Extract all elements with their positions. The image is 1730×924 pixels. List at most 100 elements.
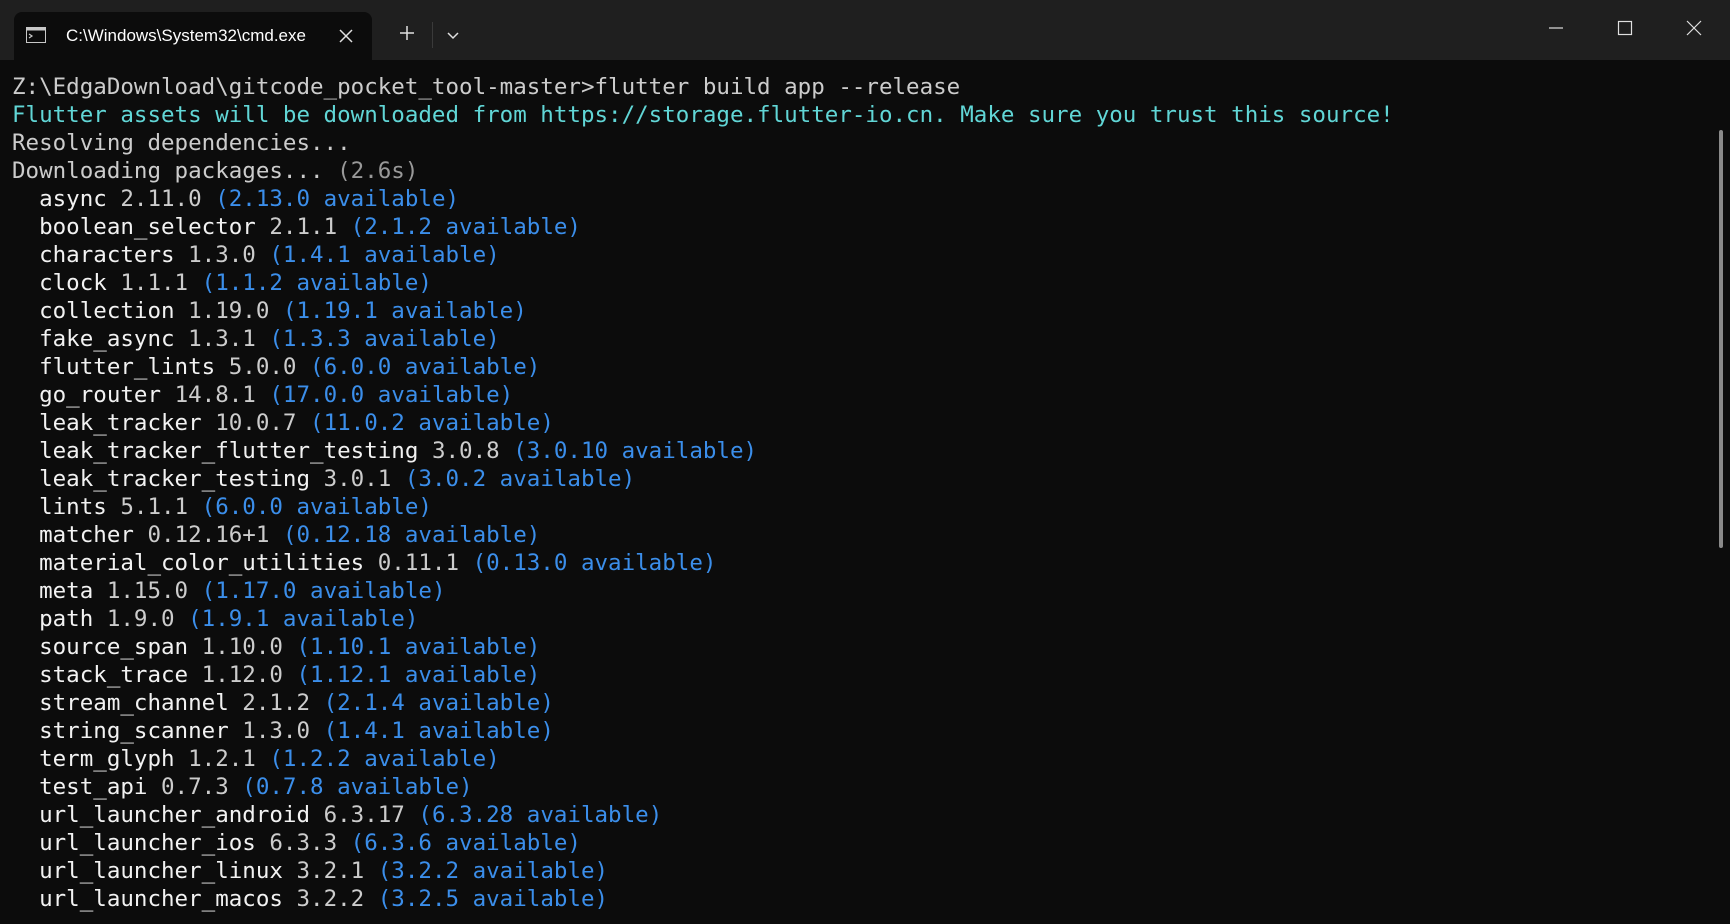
package-row: stream_channel 2.1.2 (2.1.4 available)	[12, 689, 554, 717]
close-icon	[1686, 20, 1702, 40]
new-tab-button[interactable]	[392, 20, 422, 50]
package-version: 1.3.0	[188, 242, 256, 268]
title-bar: C:\Windows\System32\cmd.exe	[0, 0, 1730, 60]
package-available: (3.2.2 available)	[377, 858, 609, 884]
package-row: path 1.9.0 (1.9.1 available)	[12, 605, 418, 633]
package-row: meta 1.15.0 (1.17.0 available)	[12, 577, 446, 605]
package-available: (3.0.2 available)	[404, 466, 636, 492]
package-row: term_glyph 1.2.1 (1.2.2 available)	[12, 745, 500, 773]
tab-cmd[interactable]: C:\Windows\System32\cmd.exe	[14, 12, 372, 60]
package-name: collection	[39, 298, 175, 324]
package-version: 1.3.0	[242, 718, 311, 744]
package-available: (2.1.2 available)	[350, 214, 581, 240]
package-available: (1.12.1 available)	[296, 662, 541, 688]
terminal-output[interactable]: Z:\EdgaDownload\gitcode_pocket_tool-mast…	[0, 60, 1718, 924]
downloading-text: Downloading packages...	[12, 158, 324, 184]
package-version: 3.0.1	[323, 466, 392, 492]
maximize-icon	[1617, 20, 1633, 40]
package-available: (1.2.2 available)	[269, 746, 500, 772]
package-version: 3.0.8	[431, 438, 500, 464]
package-row: leak_tracker_testing 3.0.1 (3.0.2 availa…	[12, 465, 635, 493]
package-name: term_glyph	[39, 746, 175, 772]
package-available: (0.7.8 available)	[242, 774, 473, 800]
package-available: (1.3.3 available)	[269, 326, 500, 352]
package-name: stream_channel	[39, 690, 229, 716]
package-available: (6.0.0 available)	[310, 354, 541, 380]
package-version: 1.19.0	[188, 298, 270, 324]
package-available: (2.1.4 available)	[323, 690, 554, 716]
package-available: (1.4.1 available)	[269, 242, 500, 268]
package-version: 10.0.7	[215, 410, 297, 436]
package-row: boolean_selector 2.1.1 (2.1.2 available)	[12, 213, 581, 241]
package-version: 5.1.1	[120, 494, 189, 520]
command: flutter build app --release	[594, 74, 961, 100]
package-row: lints 5.1.1 (6.0.0 available)	[12, 493, 432, 521]
package-available: (1.4.1 available)	[323, 718, 554, 744]
package-name: characters	[39, 242, 175, 268]
package-row: collection 1.19.0 (1.19.1 available)	[12, 297, 527, 325]
package-available: (1.19.1 available)	[282, 298, 527, 324]
close-tab-button[interactable]	[332, 23, 360, 51]
package-available: (3.0.10 available)	[513, 438, 758, 464]
package-row: leak_tracker 10.0.7 (11.0.2 available)	[12, 409, 554, 437]
package-version: 2.1.1	[269, 214, 338, 240]
package-available: (6.3.6 available)	[350, 830, 581, 856]
scrollbar[interactable]	[1719, 130, 1723, 548]
package-version: 2.1.2	[242, 690, 311, 716]
package-version: 1.2.1	[188, 746, 256, 772]
package-name: clock	[39, 270, 107, 296]
package-available: (1.1.2 available)	[201, 270, 432, 296]
package-row: string_scanner 1.3.0 (1.4.1 available)	[12, 717, 554, 745]
package-row: clock 1.1.1 (1.1.2 available)	[12, 269, 432, 297]
package-version: 1.1.1	[120, 270, 189, 296]
package-available: (2.13.0 available)	[215, 186, 460, 212]
package-version: 0.12.16+1	[147, 522, 270, 548]
package-row: url_launcher_android 6.3.17 (6.3.28 avai…	[12, 801, 662, 829]
package-name: path	[39, 606, 94, 632]
package-name: leak_tracker_testing	[39, 466, 311, 492]
package-version: 3.2.1	[296, 858, 365, 884]
package-name: material_color_utilities	[39, 550, 365, 576]
package-version: 3.2.2	[296, 886, 365, 912]
package-row: go_router 14.8.1 (17.0.0 available)	[12, 381, 513, 409]
package-name: leak_tracker_flutter_testing	[39, 438, 419, 464]
close-icon	[339, 28, 353, 47]
package-version: 5.0.0	[228, 354, 297, 380]
package-name: source_span	[39, 634, 189, 660]
plus-icon	[399, 25, 415, 45]
package-row: async 2.11.0 (2.13.0 available)	[12, 185, 459, 213]
package-row: url_launcher_ios 6.3.3 (6.3.6 available)	[12, 829, 581, 857]
package-name: url_launcher_macos	[39, 886, 283, 912]
package-available: (6.0.0 available)	[201, 494, 432, 520]
package-name: leak_tracker	[39, 410, 202, 436]
package-version: 2.11.0	[120, 186, 202, 212]
minimize-button[interactable]	[1522, 0, 1590, 60]
package-name: boolean_selector	[39, 214, 256, 240]
resolving-line: Resolving dependencies...	[12, 130, 351, 156]
package-row: fake_async 1.3.1 (1.3.3 available)	[12, 325, 500, 353]
package-available: (1.9.1 available)	[188, 606, 419, 632]
package-name: string_scanner	[39, 718, 229, 744]
package-available: (1.10.1 available)	[296, 634, 541, 660]
package-available: (3.2.5 available)	[377, 886, 609, 912]
package-available: (6.3.28 available)	[418, 802, 663, 828]
package-version: 1.3.1	[188, 326, 256, 352]
command-line: Z:\EdgaDownload\gitcode_pocket_tool-mast…	[12, 73, 960, 101]
package-version: 0.11.1	[377, 550, 460, 576]
package-row: source_span 1.10.0 (1.10.1 available)	[12, 633, 540, 661]
close-window-button[interactable]	[1660, 0, 1728, 60]
package-name: matcher	[39, 522, 134, 548]
package-name: meta	[39, 578, 94, 604]
package-name: async	[39, 186, 107, 212]
package-name: url_launcher_ios	[39, 830, 256, 856]
tab-title: C:\Windows\System32\cmd.exe	[66, 26, 306, 45]
package-version: 6.3.3	[269, 830, 338, 856]
package-name: fake_async	[39, 326, 175, 352]
package-row: material_color_utilities 0.11.1 (0.13.0 …	[12, 549, 716, 577]
maximize-button[interactable]	[1591, 0, 1659, 60]
package-available: (1.17.0 available)	[201, 578, 446, 604]
package-available: (0.12.18 available)	[282, 522, 541, 548]
profile-dropdown-button[interactable]	[438, 20, 468, 50]
package-row: characters 1.3.0 (1.4.1 available)	[12, 241, 500, 269]
package-row: url_launcher_linux 3.2.1 (3.2.2 availabl…	[12, 857, 608, 885]
